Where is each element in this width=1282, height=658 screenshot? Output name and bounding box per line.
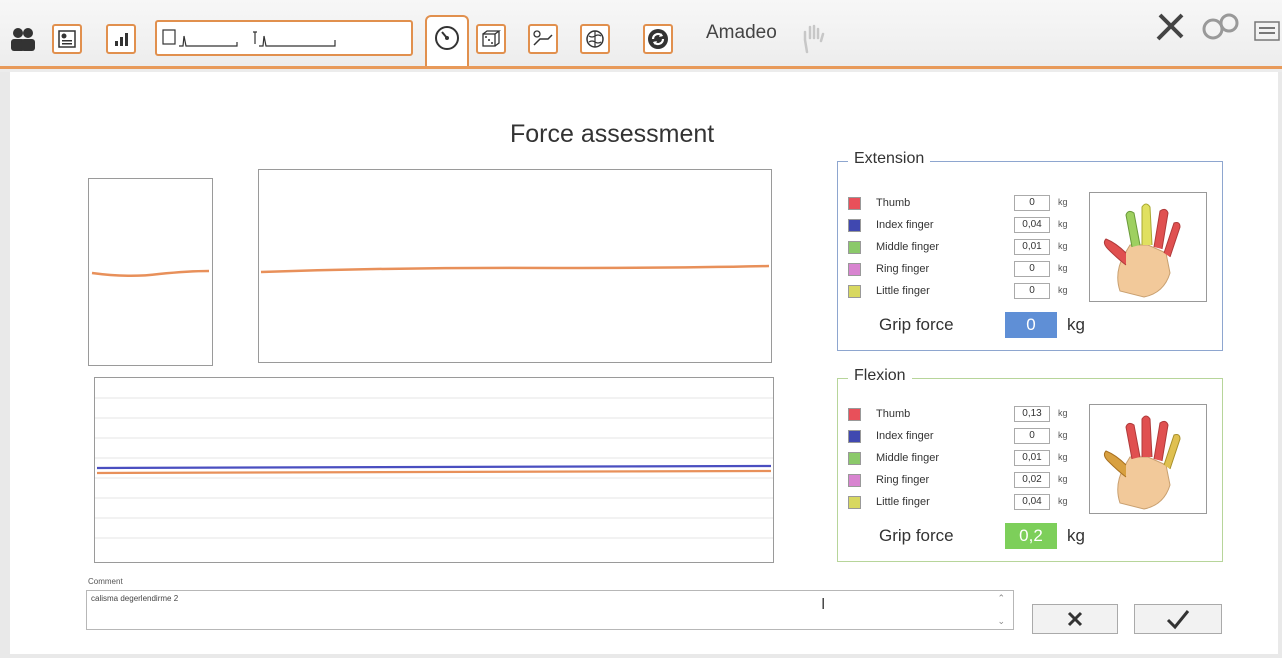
checkmark-icon [1166,610,1190,630]
finger-label: Middle finger [876,241,939,253]
finger-value: 0 [1014,428,1050,444]
finger-label: Little finger [876,496,930,508]
grip-force-value: 0,2 [1005,523,1057,549]
finger-label: Middle finger [876,452,939,464]
finger-value: 0,01 [1014,239,1050,255]
finger-value: 0 [1014,283,1050,299]
finger-unit: kg [1058,219,1068,229]
close-icon [1067,611,1083,627]
extension-title: Extension [848,150,931,168]
dice-icon[interactable] [476,24,506,54]
tab-force-assessment[interactable] [425,15,469,69]
gauge-icon [435,26,459,50]
finger-unit: kg [1058,452,1068,462]
arm-therapy-icon[interactable] [528,24,558,54]
flexion-row-index: Index finger 0 kg [848,428,1078,446]
finger-label: Ring finger [876,263,930,275]
flexion-row-ring: Ring finger 0,02 kg [848,472,1078,490]
settings-icon[interactable] [1200,8,1242,44]
extension-hand-image [1089,192,1207,302]
flexion-hand-image [1089,404,1207,514]
ring-color-swatch [848,263,861,276]
comment-label: Comment [88,577,123,586]
thumb-color-swatch [848,197,861,210]
page-title: Force assessment [510,120,715,148]
patients-icon[interactable] [8,24,38,54]
grip-force-value: 0 [1005,312,1057,338]
middle-color-swatch [848,241,861,254]
finger-unit: kg [1058,430,1068,440]
extension-row-thumb: Thumb 0 kg [848,195,1078,213]
assessment-graph-selector[interactable] [155,20,413,56]
finger-value: 0 [1014,261,1050,277]
tools-icon[interactable] [1150,8,1190,44]
finger-unit: kg [1058,285,1068,295]
grip-force-unit: kg [1067,315,1085,334]
app-name: Amadeo [706,22,777,43]
extension-panel: Extension Thumb 0 kg Index finger 0,04 k… [837,150,1223,351]
finger-value: 0,02 [1014,472,1050,488]
extension-row-ring: Ring finger 0 kg [848,261,1078,279]
refresh-icon[interactable] [643,24,673,54]
finger-value: 0,01 [1014,450,1050,466]
finger-label: Index finger [876,430,934,442]
flexion-title: Flexion [848,367,912,385]
finger-label: Ring finger [876,474,930,486]
grip-force-unit: kg [1067,526,1085,545]
scroll-up-icon[interactable]: ⌃ [997,593,1005,604]
finger-value: 0 [1014,195,1050,211]
finger-unit: kg [1058,408,1068,418]
finger-value: 0,13 [1014,406,1050,422]
flexion-panel: Flexion Thumb 0,13 kg Index finger 0 kg … [837,367,1223,562]
patient-file-icon[interactable] [52,24,82,54]
cancel-button[interactable] [1032,604,1118,634]
finger-label: Little finger [876,285,930,297]
index-color-swatch [848,430,861,443]
finger-label: Thumb [876,408,911,420]
grip-force-label: Grip force [879,526,954,545]
hand-icon[interactable] [798,24,828,54]
statistics-icon[interactable] [106,24,136,54]
extension-row-middle: Middle finger 0,01 kg [848,239,1078,257]
scroll-down-icon[interactable]: ⌄ [997,616,1005,627]
menu-icon[interactable] [1252,16,1282,46]
brain-icon[interactable] [580,24,610,54]
finger-unit: kg [1058,197,1068,207]
grip-force-label: Grip force [879,315,954,334]
confirm-button[interactable] [1134,604,1222,634]
finger-value: 0,04 [1014,494,1050,510]
extension-row-little: Little finger 0 kg [848,283,1078,301]
little-color-swatch [848,285,861,298]
finger-unit: kg [1058,241,1068,251]
toolbar-accent-line [0,66,1282,69]
force-graph-small [88,178,213,366]
comment-text: calisma degerlendirme 2 [91,594,179,603]
finger-unit: kg [1058,496,1068,506]
comment-field[interactable]: calisma degerlendirme 2 I ⌃ ⌄ [86,590,1014,630]
ring-color-swatch [848,474,861,487]
flexion-row-little: Little finger 0,04 kg [848,494,1078,512]
main-panel: Force assessment Extension Thumb 0 kg In… [10,72,1278,654]
little-color-swatch [848,496,861,509]
finger-label: Index finger [876,219,934,231]
extension-row-index: Index finger 0,04 kg [848,217,1078,235]
finger-value: 0,04 [1014,217,1050,233]
middle-color-swatch [848,452,861,465]
finger-label: Thumb [876,197,911,209]
force-graph-main [258,169,772,363]
finger-unit: kg [1058,474,1068,484]
flexion-row-thumb: Thumb 0,13 kg [848,406,1078,424]
finger-unit: kg [1058,263,1068,273]
index-color-swatch [848,219,861,232]
text-cursor-icon: I [821,596,826,613]
flexion-row-middle: Middle finger 0,01 kg [848,450,1078,468]
toolbar: Amadeo [0,0,1282,72]
force-timeline-graph [94,377,774,563]
thumb-color-swatch [848,408,861,421]
